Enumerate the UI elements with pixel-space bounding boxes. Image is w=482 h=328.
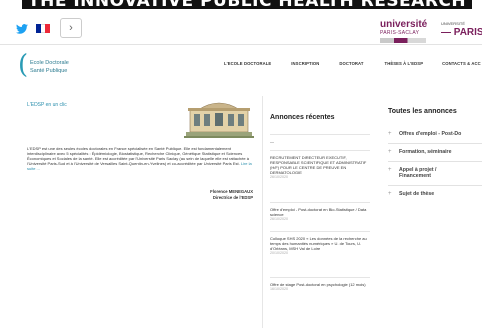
annonces-title: Annonces récentes xyxy=(270,114,335,121)
annonce-item[interactable]: Colloque SHS 2020 « Les données de la re… xyxy=(270,231,370,277)
welcome-section: L'EDSP en un clic L'EDSP est une des seu… xyxy=(22,96,262,328)
category-item-offres-emploi[interactable]: + Offres d'emploi - Post-Do xyxy=(388,126,482,144)
logo-line2: Santé Publique xyxy=(30,68,68,74)
ups-logo-line2: PARIS-SACLAY xyxy=(380,30,420,36)
annonce-date: 26/10/2020 xyxy=(270,175,288,179)
nav-item-inscription[interactable]: INSCRIPTION xyxy=(291,61,319,66)
category-list: + Offres d'emploi - Post-Do + Formation,… xyxy=(388,126,482,204)
signature-role: Directrice de l'EDSP xyxy=(212,195,253,200)
category-label[interactable]: Offres d'emploi - Post-Do xyxy=(399,131,461,137)
recent-announcements: Annonces récentes — RECRUTEMENT DIRECTEU… xyxy=(270,96,370,328)
nav-item-theses[interactable]: THÈSES À L'EDSP xyxy=(385,61,424,66)
category-item-sujet-these[interactable]: + Sujet de thèse xyxy=(388,186,482,204)
annonce-date: 16/10/2020 xyxy=(270,287,288,291)
building-illustration xyxy=(184,96,254,138)
chevron-right-icon[interactable]: › xyxy=(60,18,82,38)
nav-item-ecole-doctorale[interactable]: L'ECOLE DOCTORALE xyxy=(224,61,271,66)
all-announcements-title: Toutes les annonces xyxy=(388,108,457,115)
annonce-title[interactable]: Offre d'emploi - Post-doctorat en Bio-St… xyxy=(270,207,370,217)
annonce-title[interactable]: Colloque SHS 2020 « Les données de la re… xyxy=(270,236,370,251)
main-navbar: ( Ecole Doctorale Santé Publique L'ECOLE… xyxy=(0,44,482,86)
category-label[interactable]: Sujet de thèse xyxy=(399,191,434,197)
column-divider xyxy=(262,96,263,328)
annonce-date: 20/10/2020 xyxy=(270,251,288,255)
annonce-date: 26/10/2020 xyxy=(270,217,288,221)
annonce-list: — RECRUTEMENT DIRECTEUR EXECUTIF, RESPON… xyxy=(270,134,370,303)
plus-icon: + xyxy=(388,191,392,197)
category-item-formation[interactable]: + Formation, séminaire xyxy=(388,144,482,162)
annonce-item[interactable]: — xyxy=(270,134,370,150)
annonce-title[interactable]: RECRUTEMENT DIRECTEUR EXECUTIF, RESPONSA… xyxy=(270,155,370,175)
topbar: › université PARIS-SACLAY UNIVERSITÉ — P… xyxy=(0,9,482,43)
welcome-text: L'EDSP est une des seules écoles doctora… xyxy=(27,146,253,171)
nav-item-doctorat[interactable]: DOCTORAT xyxy=(339,61,363,66)
logo-line1: Ecole Doctorale xyxy=(30,60,69,66)
french-flag-icon[interactable] xyxy=(36,24,51,33)
category-label[interactable]: Appel à projet / Financement xyxy=(399,167,436,179)
up-logo-line2: — PARIS-E xyxy=(441,27,482,38)
twitter-icon[interactable] xyxy=(16,24,28,34)
welcome-body: L'EDSP est une des seules écoles doctora… xyxy=(27,146,249,166)
annonce-item[interactable]: Offre d'emploi - Post-doctorat en Bio-St… xyxy=(270,202,370,231)
nav-item-contacts[interactable]: CONTACTS & ACC xyxy=(442,61,481,66)
annonce-item[interactable]: RECRUTEMENT DIRECTEUR EXECUTIF, RESPONSA… xyxy=(270,150,370,202)
plus-icon: + xyxy=(388,131,392,137)
edsp-logo[interactable]: ( Ecole Doctorale Santé Publique xyxy=(18,52,108,80)
ups-logo-bar xyxy=(380,38,426,43)
signature: Florence MENEGAUX Directrice de l'EDSP xyxy=(172,189,253,201)
logo-bracket-icon: ( xyxy=(18,50,29,80)
plus-icon: + xyxy=(388,149,392,155)
category-label[interactable]: Formation, séminaire xyxy=(399,149,451,155)
welcome-title[interactable]: L'EDSP en un clic xyxy=(27,102,67,108)
plus-icon: + xyxy=(388,167,392,173)
banner-text: THE INNOVATIVE PUBLIC HEALTH RESEARCH xyxy=(22,0,473,9)
annonce-title[interactable]: — xyxy=(270,139,370,144)
category-item-appel-projet[interactable]: + Appel à projet / Financement xyxy=(388,162,482,186)
ups-logo-line1: université xyxy=(380,19,428,30)
top-banner: THE INNOVATIVE PUBLIC HEALTH RESEARCH xyxy=(0,0,482,9)
all-announcements: Toutes les annonces + Offres d'emploi - … xyxy=(388,96,482,328)
annonce-item[interactable]: Offre de stage Post-doctoral en psycholo… xyxy=(270,277,370,303)
nav-menu: L'ECOLE DOCTORALE INSCRIPTION DOCTORAT T… xyxy=(224,61,481,66)
